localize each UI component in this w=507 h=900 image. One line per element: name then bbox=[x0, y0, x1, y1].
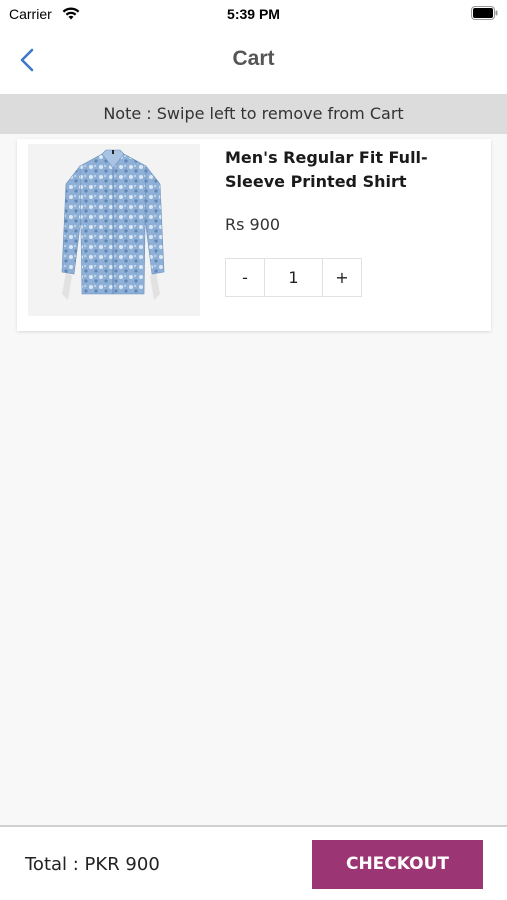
cart-item[interactable]: Men's Regular Fit Full-Sleeve Printed Sh… bbox=[17, 139, 491, 331]
page-title: Cart bbox=[232, 47, 275, 70]
cart-footer: Total : PKR 900 CHECKOUT bbox=[0, 825, 507, 900]
increment-button[interactable]: + bbox=[323, 259, 361, 296]
product-price: Rs 900 bbox=[225, 215, 281, 234]
quantity-value: 1 bbox=[264, 259, 323, 296]
checkout-button[interactable]: CHECKOUT bbox=[312, 840, 483, 889]
total-price: Total : PKR 900 bbox=[25, 854, 160, 875]
navigation-bar: Cart bbox=[0, 28, 507, 94]
swipe-note-banner: Note : Swipe left to remove from Cart bbox=[0, 94, 507, 134]
decrement-button[interactable]: - bbox=[226, 259, 264, 296]
status-time: 5:39 PM bbox=[227, 6, 280, 22]
quantity-stepper: - 1 + bbox=[225, 258, 362, 297]
status-bar: Carrier 5:39 PM bbox=[0, 0, 507, 28]
product-name: Men's Regular Fit Full-Sleeve Printed Sh… bbox=[225, 148, 428, 191]
battery-icon bbox=[471, 6, 498, 20]
shirt-image[interactable] bbox=[28, 144, 200, 316]
